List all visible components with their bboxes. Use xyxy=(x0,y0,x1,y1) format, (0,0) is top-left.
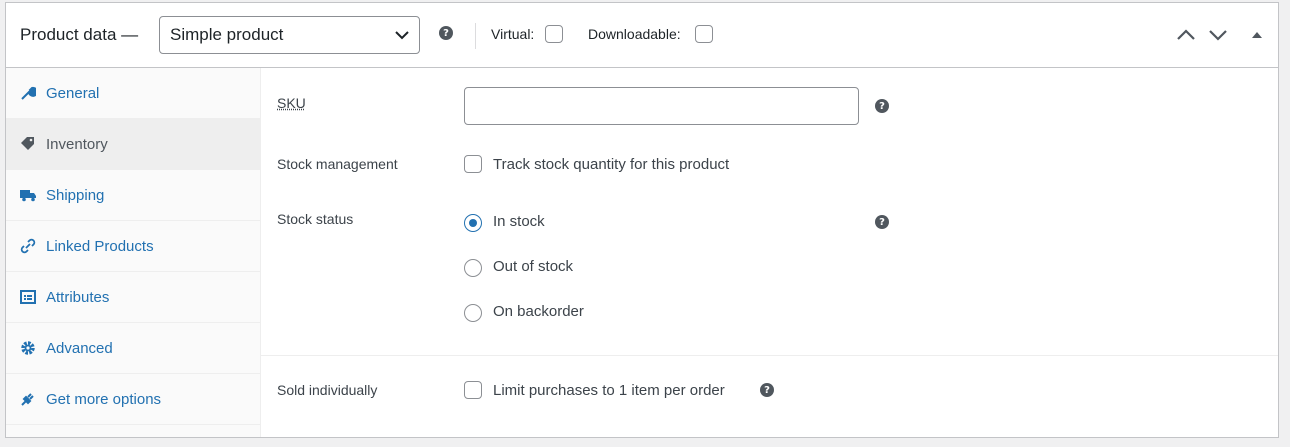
product-type-select[interactable]: Simple product xyxy=(159,16,420,54)
panel-header: Product data — Simple product ? Virtual:… xyxy=(6,3,1278,68)
product-data-panel: Product data — Simple product ? Virtual:… xyxy=(5,2,1279,438)
panel-title: Product data — xyxy=(20,25,139,44)
tab-label: Get more options xyxy=(46,390,162,408)
virtual-checkbox[interactable] xyxy=(545,25,563,43)
link-icon xyxy=(20,238,36,254)
sku-input[interactable] xyxy=(464,87,859,125)
tab-label: General xyxy=(46,84,100,102)
in-stock-text: In stock xyxy=(493,213,545,230)
tab-attributes[interactable]: Attributes xyxy=(6,272,260,323)
plugin-icon xyxy=(20,391,36,407)
tab-shipping[interactable]: Shipping xyxy=(6,170,260,221)
track-stock-checkbox[interactable] xyxy=(464,155,482,173)
tab-inventory[interactable]: Inventory xyxy=(6,119,260,170)
header-divider xyxy=(475,23,476,49)
tab-general[interactable]: General xyxy=(6,68,260,119)
stock-management-label: Stock management xyxy=(277,156,398,172)
help-icon[interactable]: ? xyxy=(875,215,889,229)
help-icon[interactable]: ? xyxy=(875,99,889,113)
downloadable-checkbox[interactable] xyxy=(695,25,713,43)
out-of-stock-radio[interactable] xyxy=(464,259,482,277)
tab-label: Inventory xyxy=(46,135,108,153)
tab-advanced[interactable]: Advanced xyxy=(6,323,260,374)
in-stock-radio[interactable] xyxy=(464,214,482,232)
inventory-panel: SKU ? Stock management Track stock quant… xyxy=(261,68,1278,437)
tab-label: Attributes xyxy=(46,288,110,306)
product-data-tabs: General Inventory Shipping Linked Produc… xyxy=(6,68,261,437)
move-up-icon[interactable] xyxy=(1175,24,1197,46)
collapse-toggle-icon[interactable] xyxy=(1246,24,1268,46)
tab-label: Linked Products xyxy=(46,237,154,255)
product-type-value: Simple product xyxy=(170,25,284,44)
on-backorder-radio[interactable] xyxy=(464,304,482,322)
help-icon[interactable]: ? xyxy=(439,26,453,40)
virtual-label: Virtual: xyxy=(491,26,535,42)
sku-label: SKU xyxy=(277,95,306,111)
on-backorder-text: On backorder xyxy=(493,303,584,320)
truck-icon xyxy=(20,187,36,203)
tab-linked-products[interactable]: Linked Products xyxy=(6,221,260,272)
tab-label: Shipping xyxy=(46,186,105,204)
sold-individually-text: Limit purchases to 1 item per order xyxy=(493,382,725,399)
tab-get-more-options[interactable]: Get more options xyxy=(6,374,260,425)
out-of-stock-text: Out of stock xyxy=(493,258,574,275)
tab-label: Advanced xyxy=(46,339,113,357)
stock-status-label: Stock status xyxy=(277,211,354,227)
track-stock-text: Track stock quantity for this product xyxy=(493,156,730,173)
sold-individually-checkbox[interactable] xyxy=(464,381,482,399)
tag-icon xyxy=(20,136,36,152)
downloadable-label: Downloadable: xyxy=(588,26,681,42)
help-icon[interactable]: ? xyxy=(760,383,774,397)
gear-icon xyxy=(20,340,36,356)
move-down-icon[interactable] xyxy=(1207,24,1229,46)
list-icon xyxy=(20,289,36,305)
section-divider xyxy=(261,355,1278,356)
wrench-icon xyxy=(20,85,36,101)
chevron-down-icon xyxy=(395,25,409,45)
sold-individually-label: Sold individually xyxy=(277,382,378,398)
